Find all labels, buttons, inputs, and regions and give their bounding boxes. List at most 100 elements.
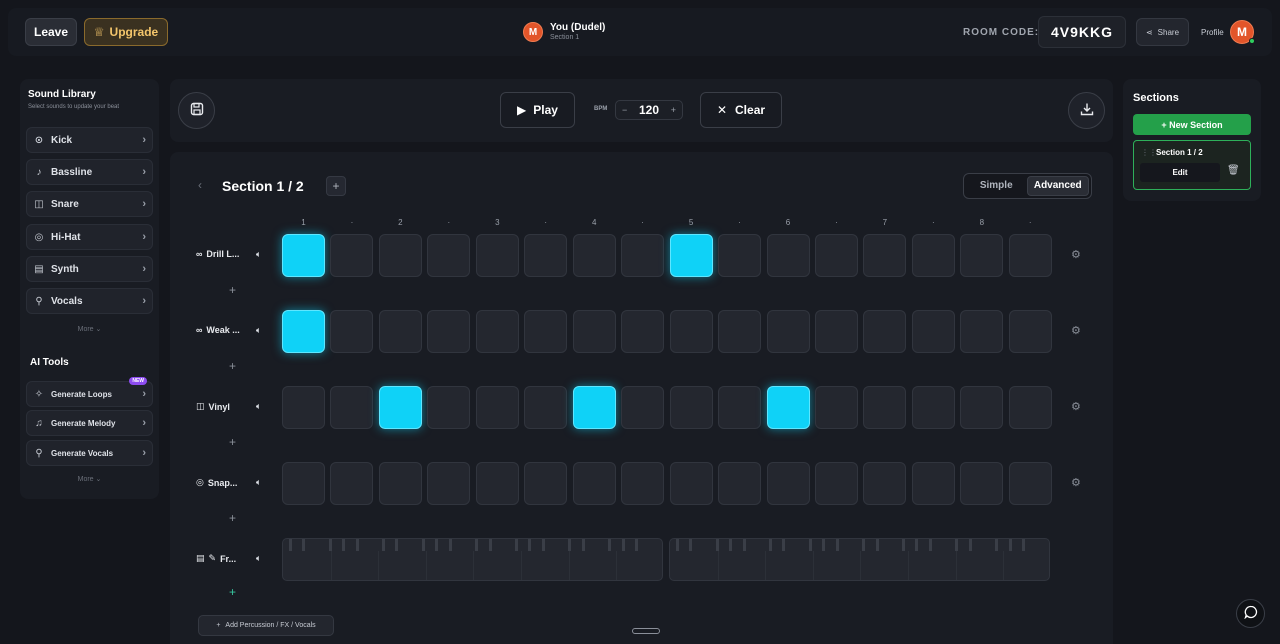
step-pad[interactable] [572, 310, 616, 353]
step-pad[interactable] [378, 462, 422, 505]
section-card[interactable]: ⋮⋮ Section 1 / 2 Edit 🗑︎ [1133, 140, 1251, 190]
volume-icon[interactable]: 🔈︎ [256, 249, 261, 260]
step-pad[interactable] [621, 462, 665, 505]
step-pad[interactable] [572, 234, 616, 277]
piano-roll-bar-2[interactable] [669, 538, 1050, 581]
add-row-button[interactable]: + [229, 283, 236, 297]
step-pad[interactable] [378, 386, 422, 429]
step-pad[interactable] [911, 462, 955, 505]
add-piano-row-button[interactable]: + [229, 585, 236, 599]
step-pad[interactable] [330, 462, 374, 505]
volume-icon[interactable]: 🔈︎ [256, 477, 261, 488]
step-pad[interactable] [863, 234, 907, 277]
previous-section-button[interactable]: ‹ [198, 178, 202, 192]
step-pad[interactable] [1008, 462, 1052, 505]
step-pad[interactable] [524, 386, 568, 429]
step-pad[interactable] [718, 234, 762, 277]
step-pad[interactable] [960, 234, 1004, 277]
add-percussion-button[interactable]: + Add Percussion / FX / Vocals [198, 615, 334, 636]
track-name[interactable]: ∞ Weak ... [196, 325, 251, 335]
step-pad[interactable] [718, 386, 762, 429]
step-pad[interactable] [621, 386, 665, 429]
download-button[interactable] [1068, 92, 1105, 129]
sidebar-item-synth[interactable]: ▤ Synth › [26, 256, 153, 282]
step-pad[interactable] [814, 310, 858, 353]
mode-advanced-option[interactable]: Advanced [1026, 176, 1089, 196]
step-pad[interactable] [524, 234, 568, 277]
step-pad[interactable] [475, 462, 519, 505]
trash-icon[interactable]: 🗑︎ [1227, 165, 1240, 176]
drag-handle-icon[interactable]: ⋮⋮ [1141, 148, 1157, 157]
gear-icon[interactable]: ⚙ [1071, 400, 1081, 413]
ai-generate-vocals[interactable]: ⚲ Generate Vocals › [26, 440, 153, 466]
step-pad[interactable] [427, 310, 471, 353]
sidebar-item-vocals[interactable]: ⚲ Vocals › [26, 288, 153, 314]
step-pad[interactable] [718, 462, 762, 505]
step-pad[interactable] [427, 386, 471, 429]
step-pad[interactable] [718, 310, 762, 353]
volume-icon[interactable]: 🔈︎ [256, 325, 261, 336]
add-row-button[interactable]: + [229, 511, 236, 525]
track-name[interactable]: ∞ Drill L... [196, 249, 251, 259]
scroll-handle[interactable] [632, 628, 660, 634]
track-name[interactable]: ◎ Snap... [196, 477, 251, 488]
save-button[interactable] [178, 92, 215, 129]
sidebar-item-hihat[interactable]: ◎ Hi-Hat › [26, 224, 153, 250]
step-pad[interactable] [475, 310, 519, 353]
add-row-button[interactable]: + [229, 359, 236, 373]
step-pad[interactable] [669, 386, 713, 429]
step-pad[interactable] [282, 310, 325, 353]
step-pad[interactable] [427, 462, 471, 505]
step-pad[interactable] [282, 386, 325, 429]
step-pad[interactable] [524, 462, 568, 505]
step-pad[interactable] [863, 386, 907, 429]
step-pad[interactable] [766, 462, 810, 505]
step-pad[interactable] [475, 386, 519, 429]
sidebar-item-bassline[interactable]: ♪ Bassline › [26, 159, 153, 185]
step-pad[interactable] [1008, 234, 1052, 277]
step-pad[interactable] [475, 234, 519, 277]
ai-tools-more[interactable]: More ⌄ [20, 475, 159, 483]
step-pad[interactable] [960, 386, 1004, 429]
step-pad[interactable] [814, 462, 858, 505]
piano-track-name[interactable]: ▤ ✎ Fr... [196, 553, 251, 564]
gear-icon[interactable]: ⚙ [1071, 248, 1081, 261]
step-pad[interactable] [572, 386, 616, 429]
play-button[interactable]: ▶ Play [500, 92, 575, 128]
step-pad[interactable] [621, 234, 665, 277]
leave-button[interactable]: Leave [25, 18, 77, 46]
edit-section-button[interactable]: Edit [1140, 163, 1220, 182]
track-name[interactable]: ◫ Vinyl [196, 401, 251, 412]
add-section-button[interactable]: + [326, 176, 346, 196]
profile-label[interactable]: Profile [1201, 28, 1224, 37]
add-row-button[interactable]: + [229, 435, 236, 449]
step-pad[interactable] [378, 310, 422, 353]
bpm-value[interactable]: 120 [639, 103, 659, 117]
new-section-button[interactable]: + New Section [1133, 114, 1251, 135]
sidebar-item-kick[interactable]: ⊙ Kick › [26, 127, 153, 153]
step-pad[interactable] [330, 234, 374, 277]
sound-library-more[interactable]: More ⌄ [20, 325, 159, 333]
sidebar-item-snare[interactable]: ◫ Snare › [26, 191, 153, 217]
step-pad[interactable] [1008, 386, 1052, 429]
step-pad[interactable] [621, 310, 665, 353]
piano-roll-bar-1[interactable] [282, 538, 663, 581]
share-button[interactable]: ⋖ Share [1136, 18, 1189, 46]
bpm-decrement-button[interactable]: − [622, 105, 627, 115]
ai-generate-melody[interactable]: ♫ Generate Melody › [26, 410, 153, 436]
step-pad[interactable] [427, 234, 471, 277]
step-pad[interactable] [863, 462, 907, 505]
step-pad[interactable] [911, 234, 955, 277]
gear-icon[interactable]: ⚙ [1071, 476, 1081, 489]
gear-icon[interactable]: ⚙ [1071, 324, 1081, 337]
chat-button[interactable] [1236, 599, 1265, 628]
clear-button[interactable]: ✕ Clear [700, 92, 782, 128]
step-pad[interactable] [1008, 310, 1052, 353]
step-pad[interactable] [911, 310, 955, 353]
step-pad[interactable] [669, 462, 713, 505]
step-pad[interactable] [766, 386, 810, 429]
step-pad[interactable] [282, 462, 325, 505]
mode-simple-option[interactable]: Simple [966, 176, 1027, 196]
step-pad[interactable] [378, 234, 422, 277]
step-pad[interactable] [330, 310, 374, 353]
